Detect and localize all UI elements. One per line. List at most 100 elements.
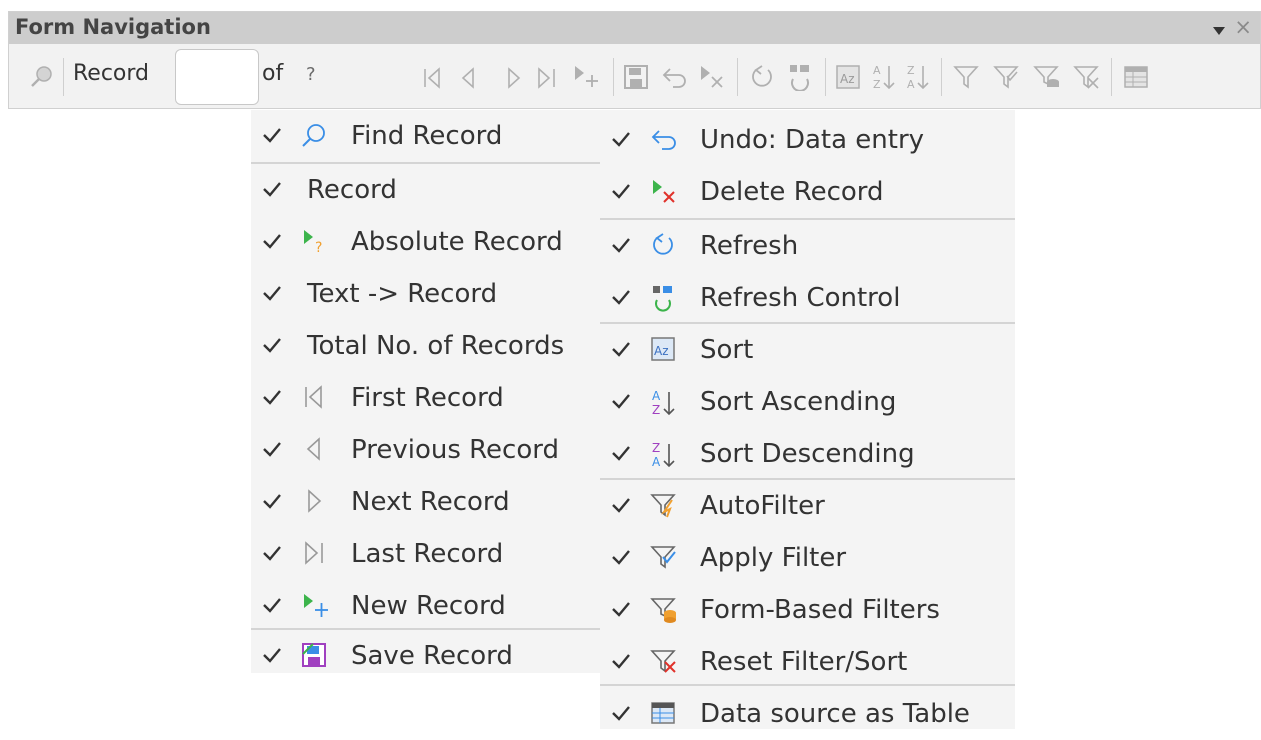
undo-icon[interactable] — [661, 64, 689, 94]
menu-item-label: New Record — [351, 591, 506, 621]
delete-record-icon — [650, 178, 676, 204]
total-records-value: ? — [306, 64, 316, 85]
menu-item-label: Sort Descending — [700, 439, 915, 469]
menu-item-label: Sort Ascending — [700, 387, 897, 417]
sort-ascending-icon[interactable]: AZ — [871, 62, 897, 96]
toolbar-separator — [737, 58, 738, 96]
dropdown-arrow-icon[interactable] — [1212, 21, 1226, 40]
check-icon — [261, 124, 283, 146]
save-record-icon[interactable] — [623, 64, 649, 94]
menu-item-label: Find Record — [351, 121, 503, 151]
toolbar-items-menu-left: Find Record Record ? Absolute Record Tex… — [251, 110, 600, 673]
menu-item-text-to-record[interactable]: Text -> Record — [251, 268, 600, 320]
apply-filter-icon[interactable] — [993, 64, 1021, 94]
menu-item-label: Apply Filter — [700, 543, 847, 573]
menu-item-refresh-control[interactable]: Refresh Control — [600, 272, 1015, 324]
menu-item-label: First Record — [351, 383, 504, 413]
menu-item-first-record[interactable]: First Record — [251, 372, 600, 424]
next-record-icon[interactable] — [503, 66, 525, 94]
check-icon — [261, 542, 283, 564]
first-record-icon — [301, 384, 327, 410]
menu-item-label: Reset Filter/Sort — [700, 647, 908, 677]
refresh-icon — [650, 232, 676, 258]
refresh-control-icon — [650, 284, 676, 312]
new-record-icon — [301, 592, 328, 618]
menu-item-label: Next Record — [351, 487, 510, 517]
menu-item-label: AutoFilter — [700, 491, 825, 521]
svg-text:Az: Az — [654, 344, 669, 358]
menu-item-last-record[interactable]: Last Record — [251, 528, 600, 580]
last-record-icon[interactable] — [535, 66, 559, 94]
menu-item-autofilter[interactable]: AutoFilter — [600, 480, 1015, 532]
menu-item-sort-descending[interactable]: ZA Sort Descending — [600, 428, 1015, 480]
toolbar-row: Record of ? Az A Z Z A — [9, 44, 1260, 110]
previous-record-icon[interactable] — [457, 66, 479, 94]
svg-text:A: A — [652, 455, 661, 469]
svg-text:?: ? — [315, 240, 322, 254]
toolbar-separator — [63, 58, 64, 96]
data-source-as-table-icon[interactable] — [1123, 64, 1149, 94]
form-based-filters-icon[interactable] — [1033, 64, 1061, 94]
close-icon[interactable]: × — [1234, 15, 1252, 39]
menu-item-label: Delete Record — [700, 177, 884, 207]
record-number-input[interactable] — [175, 49, 259, 105]
check-icon — [610, 598, 632, 620]
svg-text:A: A — [652, 389, 661, 403]
menu-item-label: Refresh — [700, 231, 799, 261]
reset-filter-icon — [650, 648, 676, 674]
menu-item-save-record[interactable]: Save Record — [251, 630, 600, 682]
menu-item-label: Record — [307, 175, 397, 205]
menu-item-next-record[interactable]: Next Record — [251, 476, 600, 528]
refresh-icon[interactable] — [749, 64, 775, 94]
sort-descending-icon: ZA — [650, 440, 676, 469]
last-record-icon — [301, 540, 327, 566]
previous-record-icon — [301, 436, 327, 462]
toolbar-separator — [825, 58, 826, 96]
find-record-icon — [301, 122, 327, 148]
menu-item-previous-record[interactable]: Previous Record — [251, 424, 600, 476]
toolbar-title: Form Navigation — [15, 15, 211, 39]
check-icon — [610, 442, 632, 464]
menu-item-label: Text -> Record — [307, 279, 498, 309]
menu-item-label: Save Record — [351, 641, 513, 671]
menu-item-absolute-record[interactable]: ? Absolute Record — [251, 216, 600, 268]
refresh-control-icon[interactable] — [787, 63, 813, 95]
sort-icon: Az — [650, 336, 676, 362]
toolbar-title-bar[interactable]: Form Navigation × — [9, 12, 1260, 44]
toolbar-separator — [1111, 58, 1112, 96]
menu-item-total-records[interactable]: Total No. of Records — [251, 320, 600, 372]
menu-item-data-source-as-table[interactable]: Data source as Table — [600, 688, 1015, 740]
svg-text:Az: Az — [840, 72, 855, 86]
menu-item-record[interactable]: Record — [251, 164, 600, 216]
menu-item-refresh[interactable]: Refresh — [600, 220, 1015, 272]
menu-item-sort[interactable]: Az Sort — [600, 324, 1015, 376]
sort-descending-icon[interactable]: ZA — [905, 62, 931, 96]
check-icon — [610, 338, 632, 360]
new-record-icon[interactable] — [571, 64, 601, 94]
autofilter-icon[interactable] — [953, 64, 981, 94]
menu-item-new-record[interactable]: New Record — [251, 580, 600, 632]
check-icon — [610, 234, 632, 256]
check-icon — [610, 546, 632, 568]
menu-item-reset-filter-sort[interactable]: Reset Filter/Sort — [600, 636, 1015, 688]
check-icon — [261, 644, 283, 666]
menu-item-form-based-filters[interactable]: Form-Based Filters — [600, 584, 1015, 636]
delete-record-icon[interactable] — [697, 64, 727, 94]
toolbar-items-menu-right: Undo: Data entry Delete Record Refresh R… — [600, 110, 1015, 729]
menu-item-delete-record[interactable]: Delete Record — [600, 166, 1015, 218]
menu-item-apply-filter[interactable]: Apply Filter — [600, 532, 1015, 584]
menu-item-undo[interactable]: Undo: Data entry — [600, 114, 1015, 166]
reset-filter-icon[interactable] — [1073, 64, 1101, 94]
menu-item-sort-ascending[interactable]: AZ Sort Ascending — [600, 376, 1015, 428]
form-navigation-toolbar: Form Navigation × Record of ? Az A Z Z A — [8, 11, 1261, 109]
check-icon — [610, 128, 632, 150]
check-icon — [610, 650, 632, 672]
first-record-icon[interactable] — [421, 66, 443, 94]
toolbar-separator — [941, 58, 942, 96]
menu-item-find-record[interactable]: Find Record — [251, 110, 600, 162]
find-record-icon[interactable] — [29, 64, 55, 94]
sort-icon[interactable]: Az — [835, 64, 861, 94]
save-record-icon — [301, 642, 327, 668]
menu-item-label: Sort — [700, 335, 754, 365]
svg-text:Z: Z — [907, 64, 915, 77]
